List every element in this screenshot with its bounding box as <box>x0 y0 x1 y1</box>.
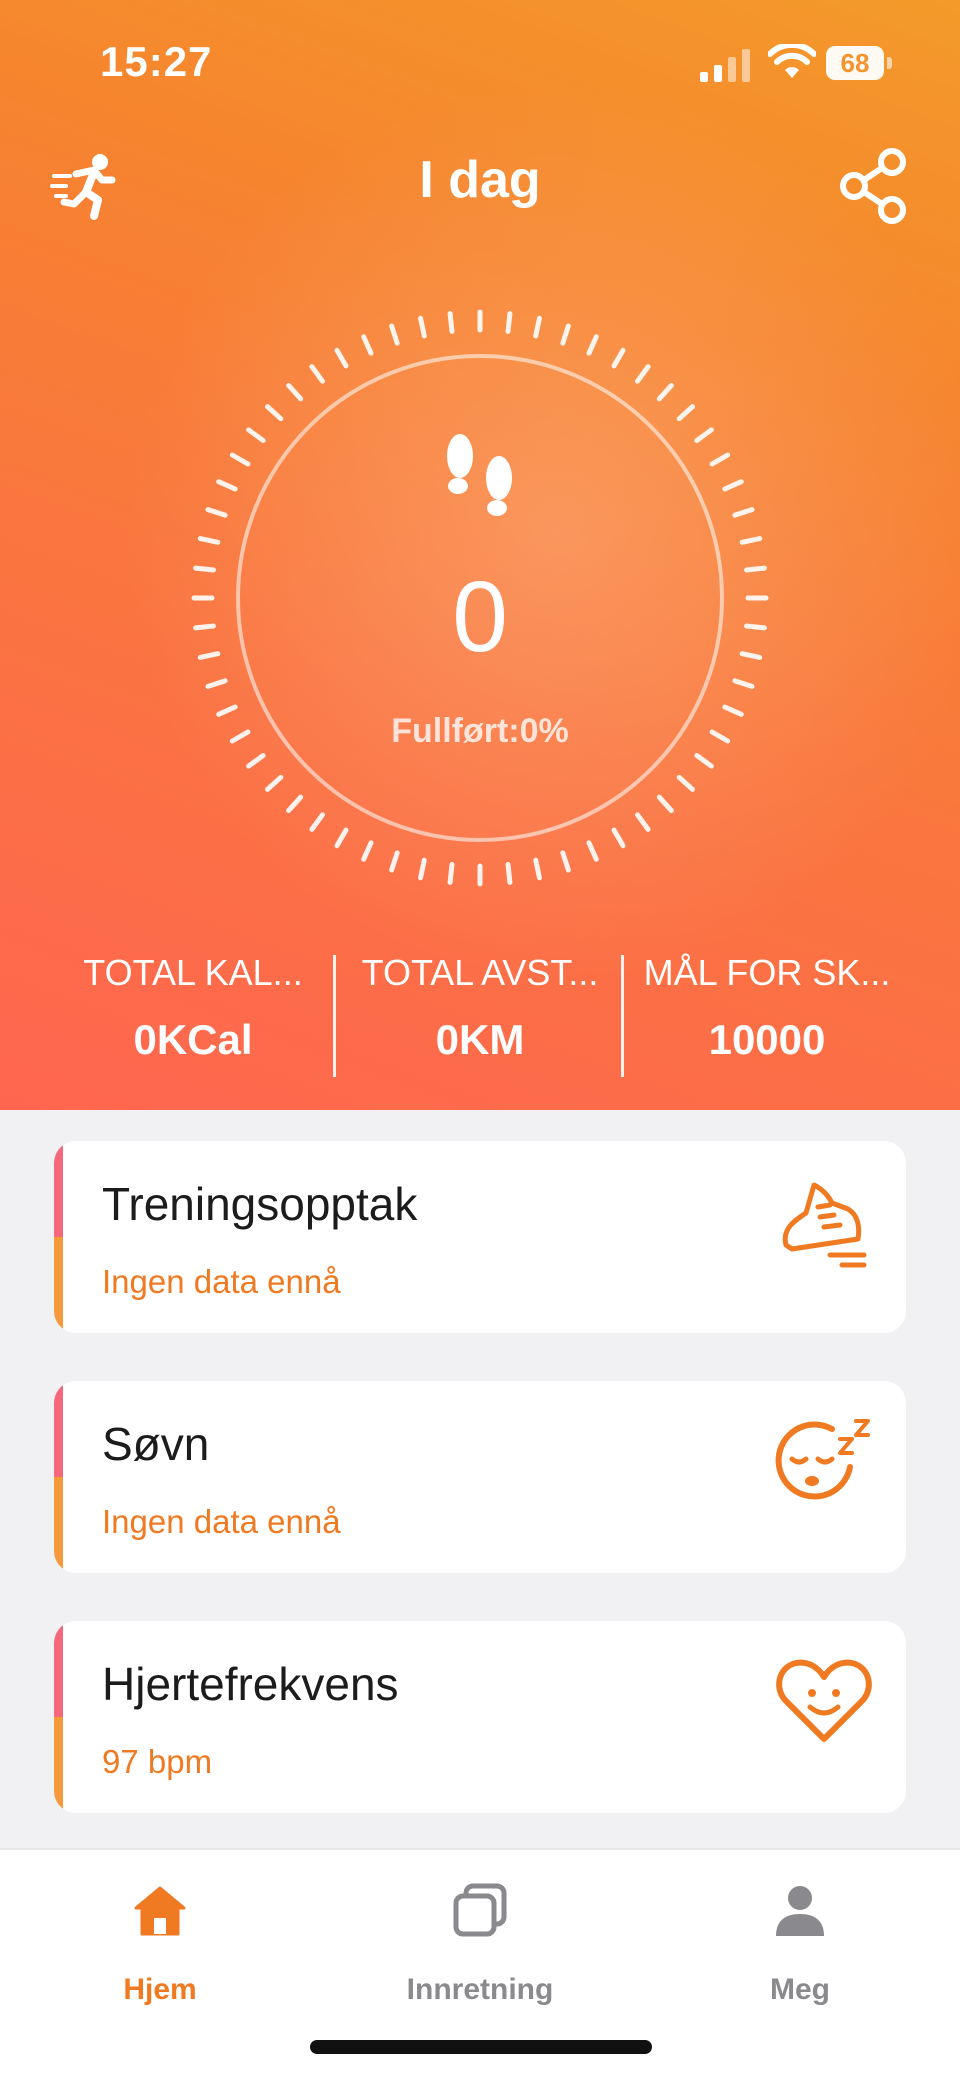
stat-label: TOTAL AVST... <box>361 952 599 993</box>
card-accent <box>54 1141 63 1333</box>
stat-label: MÅL FOR SK... <box>643 952 891 993</box>
step-count: 0 <box>452 561 508 673</box>
battery-level: 68 <box>840 48 870 78</box>
running-shoe-icon <box>782 1182 867 1268</box>
card-subtitle: 97 bpm <box>102 1743 213 1780</box>
page-title: I dag <box>419 151 541 209</box>
footprints-icon <box>447 434 512 516</box>
tab-me[interactable]: Meg <box>680 1880 920 2007</box>
share-icon[interactable] <box>836 148 912 224</box>
stat-value: 0KCal <box>133 1016 253 1063</box>
stat-value: 10000 <box>708 1016 826 1063</box>
stat-calories: TOTAL KAL... 0KCal <box>50 952 336 1064</box>
cellular-signal-icon <box>700 49 750 82</box>
battery-icon: 68 <box>826 46 894 80</box>
card-subtitle: Ingen data ennå <box>102 1263 341 1300</box>
stat-label: TOTAL KAL... <box>83 952 303 993</box>
home-icon <box>134 1886 186 1936</box>
wifi-icon <box>768 44 816 78</box>
stat-step-goal: MÅL FOR SK... 10000 <box>624 952 910 1064</box>
card-title: Søvn <box>102 1418 210 1470</box>
home-indicator <box>310 2040 652 2054</box>
status-bar: 15:27 68 <box>0 0 960 120</box>
sleep-face-icon <box>775 1419 870 1500</box>
card-heart-rate[interactable]: Hjertefrekvens 97 bpm <box>54 1621 906 1813</box>
card-title: Treningsopptak <box>102 1178 418 1230</box>
card-subtitle: Ingen data ennå <box>102 1503 341 1540</box>
stat-value: 0KM <box>435 1016 525 1063</box>
tab-label: Hjem <box>123 1973 197 2006</box>
card-accent <box>54 1381 63 1573</box>
status-time: 15:27 <box>100 38 213 85</box>
tab-device[interactable]: Innretning <box>360 1880 600 2007</box>
card-accent <box>54 1621 63 1813</box>
heart-smile-icon <box>776 1659 872 1742</box>
tab-label: Innretning <box>406 1973 554 2006</box>
card-title: Hjertefrekvens <box>102 1658 399 1710</box>
tab-label: Meg <box>770 1973 830 2006</box>
hero-section: 15:27 68 I dag 0 Fullført:0% TOTAL KAL..… <box>0 0 960 1110</box>
top-bar: I dag <box>0 140 960 230</box>
device-icon <box>453 1883 507 1937</box>
completion-text: Fullført:0% <box>391 712 569 750</box>
person-icon <box>776 1886 824 1936</box>
stat-divider <box>333 955 336 1077</box>
tab-home[interactable]: Hjem <box>40 1880 280 2007</box>
card-sleep[interactable]: Søvn Ingen data ennå <box>54 1381 906 1573</box>
stat-distance: TOTAL AVST... 0KM <box>337 952 623 1064</box>
card-training-record[interactable]: Treningsopptak Ingen data ennå <box>54 1141 906 1333</box>
